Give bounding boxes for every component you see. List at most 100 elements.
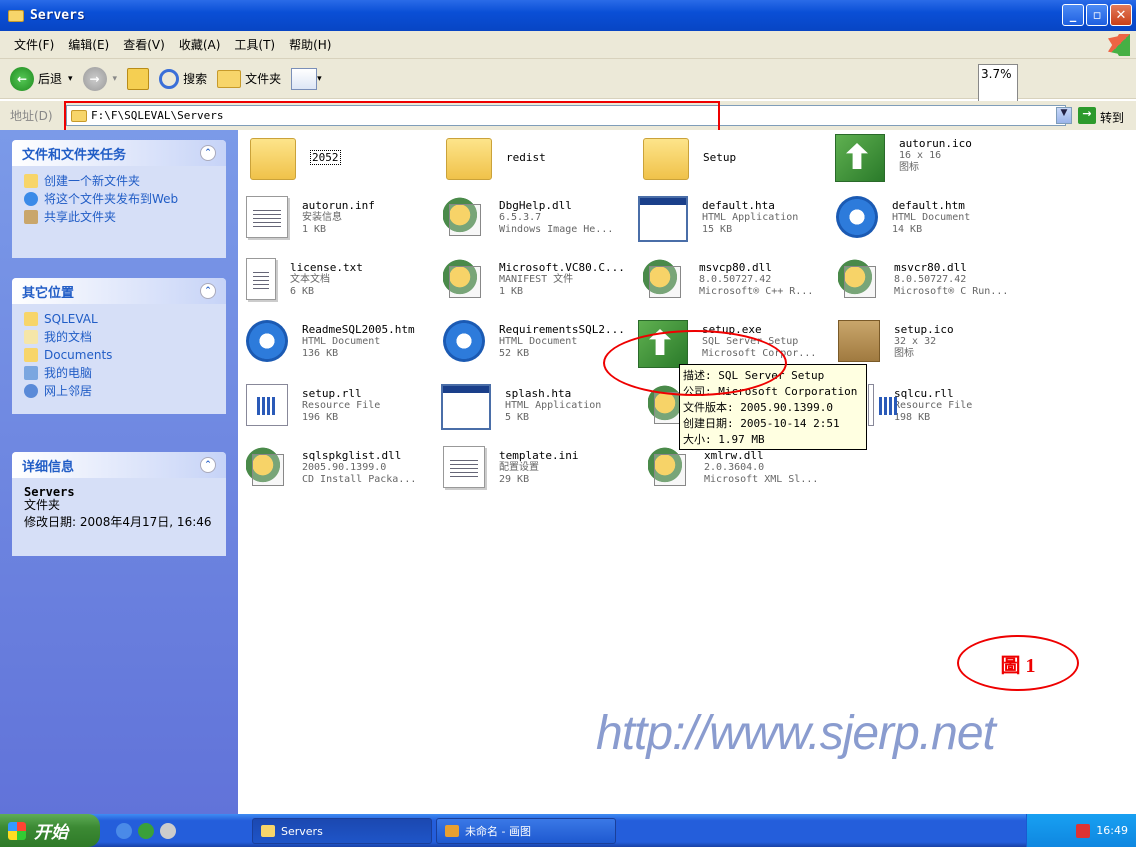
- file-item[interactable]: license.txt 文本文档 6 KB: [246, 258, 363, 300]
- file-item[interactable]: msvcp80.dll 8.0.50727.42 Microsoft® C++ R.…: [643, 258, 813, 300]
- file-item[interactable]: default.htm HTML Document 14 KB: [836, 196, 970, 238]
- file-item[interactable]: DbgHelp.dll 6.5.3.7 Windows Image He...: [443, 196, 613, 238]
- file-tasks-header[interactable]: 文件和文件夹任务 ⌃: [12, 140, 226, 166]
- views-button[interactable]: ▾: [291, 67, 322, 90]
- collapse-icon[interactable]: ⌃: [200, 457, 216, 473]
- file-tasks-title: 文件和文件夹任务: [22, 147, 127, 163]
- file-name: sqlspkglist.dll: [302, 449, 402, 462]
- tooltip-line: 创建日期: 2005-10-14 2:51: [683, 417, 840, 430]
- start-button[interactable]: 开始: [0, 814, 100, 847]
- file-name: template.ini: [499, 449, 579, 462]
- place-label: Documents: [44, 348, 113, 362]
- highlight-ellipse: [603, 330, 787, 396]
- place-sqleval[interactable]: SQLEVAL: [12, 304, 226, 326]
- other-places-box: 其它位置 ⌃ SQLEVAL 我的文档 Documents 我的电脑 网上邻居: [12, 278, 226, 414]
- file-item[interactable]: autorun.ico 16 x 16 图标: [835, 134, 972, 182]
- up-button[interactable]: [127, 67, 150, 90]
- task-publish-web[interactable]: 将这个文件夹发布到Web: [12, 188, 226, 206]
- details-header[interactable]: 详细信息 ⌃: [12, 452, 226, 478]
- file-detail: 2.0.3604.0: [704, 462, 765, 473]
- task-share-folder[interactable]: 共享此文件夹: [12, 206, 226, 224]
- back-button[interactable]: ← 后退 ▾: [10, 66, 73, 91]
- setup-arrow-icon: [835, 134, 885, 182]
- place-my-computer[interactable]: 我的电脑: [12, 362, 226, 380]
- go-label[interactable]: 转到: [1100, 109, 1124, 126]
- file-item[interactable]: Setup: [643, 138, 736, 180]
- tooltip-line: 文件版本: 2005.90.1399.0: [683, 401, 833, 414]
- file-detail: MANIFEST 文件: [499, 274, 574, 285]
- menu-view[interactable]: 查看(V): [123, 36, 165, 53]
- details-title: 详细信息: [22, 459, 75, 475]
- file-item[interactable]: sqlspkglist.dll 2005.90.1399.0 CD Install …: [246, 446, 416, 488]
- file-item[interactable]: setup.rll Resource File 196 KB: [246, 384, 380, 426]
- file-item[interactable]: xmlrw.dll 2.0.3604.0 Microsoft XML Sl...: [648, 446, 818, 488]
- file-item[interactable]: 2052: [250, 138, 341, 180]
- maximize-button[interactable]: ▫: [1086, 4, 1108, 26]
- file-item[interactable]: autorun.inf 安装信息 1 KB: [246, 196, 375, 238]
- file-item[interactable]: ReadmeSQL2005.htm HTML Document 136 KB: [246, 320, 415, 362]
- address-dropdown-button[interactable]: ▼: [1056, 107, 1072, 124]
- menu-favorites[interactable]: 收藏(A): [179, 36, 221, 53]
- folders-label: 文件夹: [245, 72, 282, 86]
- file-item[interactable]: RequirementsSQL2... HTML Document 52 KB: [443, 320, 625, 362]
- chevron-down-icon[interactable]: ▾: [68, 74, 73, 84]
- clock: 16:49: [1096, 824, 1128, 837]
- collapse-icon[interactable]: ⌃: [200, 283, 216, 299]
- file-name: sqlcu.rll: [894, 387, 954, 400]
- file-item[interactable]: template.ini 配置设置 29 KB: [443, 446, 578, 488]
- file-detail: 136 KB: [302, 348, 339, 359]
- folders-button[interactable]: 文件夹: [217, 69, 282, 88]
- file-detail: CD Install Packa...: [302, 474, 417, 485]
- file-name: setup.ico: [894, 323, 954, 336]
- globe-icon: [24, 192, 38, 206]
- ie-document-icon: [836, 196, 878, 238]
- file-detail: Microsoft XML Sl...: [704, 474, 819, 485]
- file-detail: HTML Document: [302, 336, 381, 347]
- file-item[interactable]: splash.hta HTML Application 5 KB: [441, 384, 601, 430]
- tray-icon[interactable]: [1076, 823, 1091, 838]
- file-item[interactable]: sqlcu.rll Resource File 198 KB: [868, 384, 972, 426]
- search-button[interactable]: 搜索: [159, 68, 207, 89]
- menu-file[interactable]: 文件(F): [14, 36, 54, 53]
- place-network[interactable]: 网上邻居: [12, 380, 226, 398]
- paint-icon: [445, 825, 459, 837]
- file-detail: 6 KB: [290, 286, 315, 297]
- file-item[interactable]: Microsoft.VC80.C... MANIFEST 文件 1 KB: [443, 258, 625, 300]
- place-label: SQLEVAL: [44, 312, 98, 326]
- go-arrow-icon[interactable]: →: [1078, 107, 1096, 124]
- close-button[interactable]: ✕: [1110, 4, 1132, 26]
- menu-edit[interactable]: 编辑(E): [68, 36, 109, 53]
- figure-label: 圖 1: [1000, 654, 1036, 677]
- file-detail: Resource File: [894, 400, 973, 411]
- back-arrow-icon: ←: [10, 66, 34, 91]
- task-pane: 文件和文件夹任务 ⌃ 创建一个新文件夹 将这个文件夹发布到Web 共享此文件夹 …: [0, 130, 238, 814]
- place-my-documents[interactable]: 我的文档: [12, 326, 226, 344]
- desktop-icon[interactable]: [160, 822, 176, 839]
- file-detail: Microsoft® C++ R...: [699, 286, 814, 297]
- place-documents[interactable]: Documents: [12, 344, 226, 362]
- file-item[interactable]: default.hta HTML Application 15 KB: [638, 196, 798, 242]
- chevron-down-icon[interactable]: ▾: [113, 74, 118, 84]
- taskbar-button-paint[interactable]: 未命名 - 画图: [436, 818, 616, 844]
- ie-icon[interactable]: [116, 822, 132, 839]
- file-name: RequirementsSQL2...: [499, 323, 625, 336]
- address-label: 地址(D): [10, 109, 53, 123]
- menu-bar: 文件(F) 编辑(E) 查看(V) 收藏(A) 工具(T) 帮助(H): [0, 31, 1136, 59]
- task-new-folder[interactable]: 创建一个新文件夹: [12, 166, 226, 188]
- dll-file-icon: [838, 258, 880, 300]
- network-icon[interactable]: [138, 822, 154, 839]
- highlight-rectangle: [64, 101, 720, 132]
- file-item[interactable]: setup.ico 32 x 32 图标: [838, 320, 954, 362]
- forward-button[interactable]: → ▾: [82, 66, 118, 91]
- file-detail: 15 KB: [702, 224, 733, 235]
- collapse-icon[interactable]: ⌃: [200, 145, 216, 161]
- menu-help[interactable]: 帮助(H): [289, 36, 331, 53]
- file-item[interactable]: redist: [446, 138, 546, 180]
- taskbar-button-servers[interactable]: Servers: [252, 818, 432, 844]
- resource-file-icon: [868, 384, 897, 426]
- other-places-header[interactable]: 其它位置 ⌃: [12, 278, 226, 304]
- file-item[interactable]: msvcr80.dll 8.0.50727.42 Microsoft® C Run.…: [838, 258, 1008, 300]
- menu-tools[interactable]: 工具(T): [234, 36, 275, 53]
- file-detail: 5 KB: [505, 412, 530, 423]
- minimize-button[interactable]: _: [1062, 4, 1084, 26]
